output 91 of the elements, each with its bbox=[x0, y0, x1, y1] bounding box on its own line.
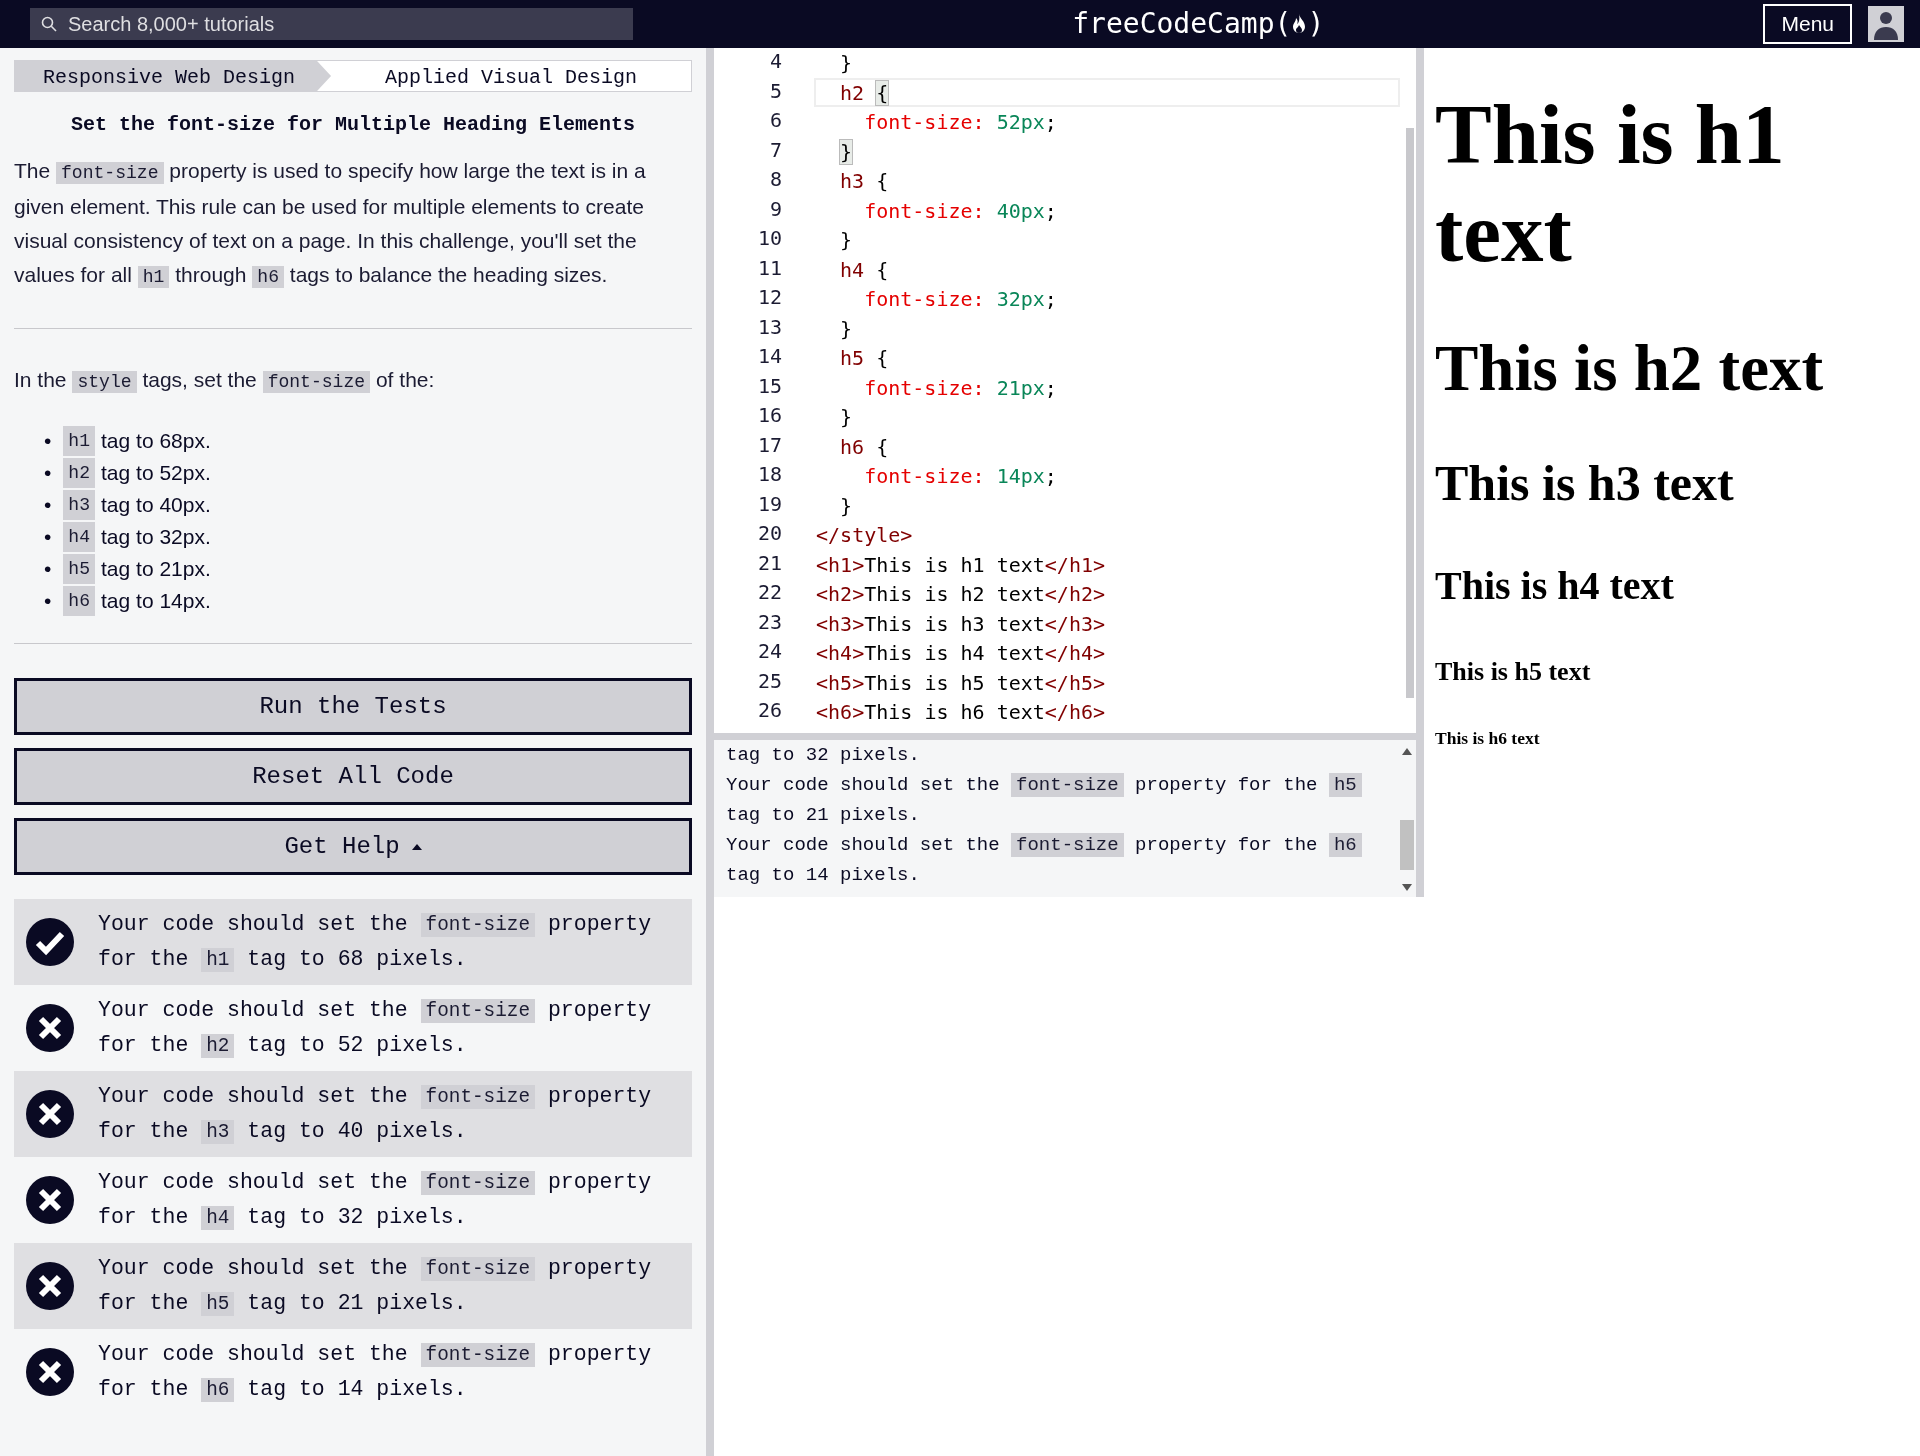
code-line: h6 { bbox=[839, 433, 890, 461]
code-line: } bbox=[839, 315, 854, 343]
line-number: 4 bbox=[768, 48, 782, 75]
instruction-item: h1 tag to 68px. bbox=[63, 426, 211, 456]
line-number: 17 bbox=[756, 431, 782, 459]
bullet: • bbox=[44, 588, 52, 614]
code-line: } bbox=[839, 404, 854, 431]
bullet: • bbox=[44, 492, 52, 518]
code-line: <h3>This is h3 text</h3> bbox=[815, 610, 1107, 638]
console-line: tag to 14 pixels. bbox=[726, 863, 921, 888]
line-number: 11 bbox=[756, 254, 782, 282]
avatar-icon[interactable] bbox=[1868, 6, 1904, 42]
test-result: Your code should set the font-size property for the h6 tag to 14 pixels. bbox=[98, 1341, 653, 1404]
preview-heading: This is h3 text bbox=[1435, 455, 1735, 513]
console-line: Your code should set the font-size property for the h6 bbox=[726, 830, 1386, 860]
preview-heading: This is h1 text bbox=[1435, 86, 1786, 281]
code-line: } bbox=[839, 227, 854, 254]
breadcrumb-link[interactable]: Responsive Web Design bbox=[15, 61, 332, 91]
description-text: The font-size property is used to specify how large the text is in a given element. This rule can be used for multiple elements to create visual consistency of text on a page. In this challenge, you'll set the values for all h1 through h6 tags to balance the heading sizes. bbox=[14, 158, 647, 290]
line-number: 7 bbox=[768, 136, 782, 164]
preview-heading: This is h5 text bbox=[1435, 656, 1592, 687]
instruction-item: h5 tag to 21px. bbox=[63, 554, 211, 584]
code-line: <h4>This is h4 text</h4> bbox=[815, 640, 1107, 667]
scrollbar-thumb[interactable] bbox=[1406, 128, 1414, 698]
line-number: 14 bbox=[756, 343, 782, 370]
code-line: <h5>This is h5 text</h5> bbox=[815, 669, 1107, 697]
line-number: 16 bbox=[756, 402, 782, 429]
test-result: Your code should set the font-size property for the h3 tag to 40 pixels. bbox=[98, 1083, 653, 1146]
instruction-item: h3 tag to 40px. bbox=[63, 490, 211, 520]
bullet: • bbox=[44, 556, 52, 582]
test-result: Your code should set the font-size property for the h2 tag to 52 pixels. bbox=[98, 997, 653, 1060]
instruction-item: h6 tag to 14px. bbox=[63, 586, 211, 616]
line-number: 6 bbox=[768, 107, 782, 134]
flame-icon bbox=[1291, 13, 1308, 35]
challenge-title: Set the font-size for Multiple Heading Elements bbox=[69, 112, 637, 138]
code-line: h4 { bbox=[839, 256, 890, 284]
instruction-item: h4 tag to 32px. bbox=[63, 522, 211, 552]
code-line: } bbox=[839, 50, 854, 77]
code-line: font-size: 40px; bbox=[863, 197, 1058, 225]
bullet: • bbox=[44, 524, 52, 550]
logo[interactable]: freeCodeCamp( ) bbox=[1072, 3, 1325, 45]
line-number: 15 bbox=[756, 372, 782, 400]
menu-button[interactable]: Menu bbox=[1763, 4, 1852, 44]
code-line: } bbox=[839, 492, 854, 520]
search-field[interactable]: Search 8,000+ tutorials bbox=[30, 8, 633, 40]
test-result: Your code should set the font-size property for the h1 tag to 68 pixels. bbox=[98, 911, 653, 974]
line-number: 22 bbox=[756, 579, 782, 606]
code-line: </style> bbox=[815, 522, 914, 549]
code-line: font-size: 32px; bbox=[863, 286, 1058, 313]
scroll-down-icon[interactable] bbox=[1402, 884, 1412, 891]
preview-heading: This is h2 text bbox=[1435, 330, 1825, 406]
line-number: 20 bbox=[756, 520, 782, 547]
line-number: 8 bbox=[768, 166, 782, 193]
breadcrumb-link[interactable]: Applied Visual Design bbox=[331, 61, 691, 91]
line-number: 13 bbox=[756, 313, 782, 341]
line-number: 18 bbox=[756, 461, 782, 488]
code-line: <h6>This is h6 text</h6> bbox=[815, 699, 1107, 726]
bullet: • bbox=[44, 460, 52, 486]
scrollbar-thumb[interactable] bbox=[1400, 820, 1414, 870]
line-number: 25 bbox=[756, 667, 782, 695]
line-number: 21 bbox=[756, 549, 782, 577]
console-line: Your code should set the font-size property for the h5 bbox=[726, 770, 1386, 800]
line-number: 19 bbox=[756, 490, 782, 518]
code-line: <h2>This is h2 text</h2> bbox=[815, 581, 1107, 608]
line-number: 5 bbox=[768, 77, 782, 105]
action-button[interactable]: Run the Tests bbox=[14, 678, 692, 735]
line-number: 26 bbox=[756, 697, 782, 724]
line-number: 12 bbox=[756, 284, 782, 311]
code-line: h5 { bbox=[839, 345, 890, 372]
search-icon bbox=[41, 16, 57, 32]
line-number: 9 bbox=[768, 195, 782, 223]
line-number: 23 bbox=[756, 608, 782, 636]
action-button[interactable]: Reset All Code bbox=[14, 748, 692, 805]
scroll-up-icon[interactable] bbox=[1402, 748, 1412, 755]
instructions-text: In the style tags, set the font-size of the: bbox=[14, 367, 436, 395]
instruction-item: h2 tag to 52px. bbox=[63, 458, 211, 488]
line-number: 24 bbox=[756, 638, 782, 665]
console-line: tag to 21 pixels. bbox=[726, 803, 921, 828]
test-result: Your code should set the font-size property for the h4 tag to 32 pixels. bbox=[98, 1169, 653, 1232]
code-line: <h1>This is h1 text</h1> bbox=[815, 551, 1107, 579]
action-button[interactable]: Get Help bbox=[14, 818, 692, 875]
code-line: font-size: 14px; bbox=[863, 463, 1058, 490]
console-line: tag to 32 pixels. bbox=[726, 743, 921, 768]
code-line: h3 { bbox=[839, 168, 890, 195]
preview-heading: This is h4 text bbox=[1435, 562, 1675, 609]
bullet: • bbox=[44, 428, 52, 454]
code-line: font-size: 21px; bbox=[863, 374, 1058, 402]
code-line: font-size: 52px; bbox=[863, 109, 1058, 136]
line-number: 10 bbox=[756, 225, 782, 252]
preview-heading: This is h6 text bbox=[1435, 728, 1541, 749]
test-result: Your code should set the font-size property for the h5 tag to 21 pixels. bbox=[98, 1255, 653, 1318]
